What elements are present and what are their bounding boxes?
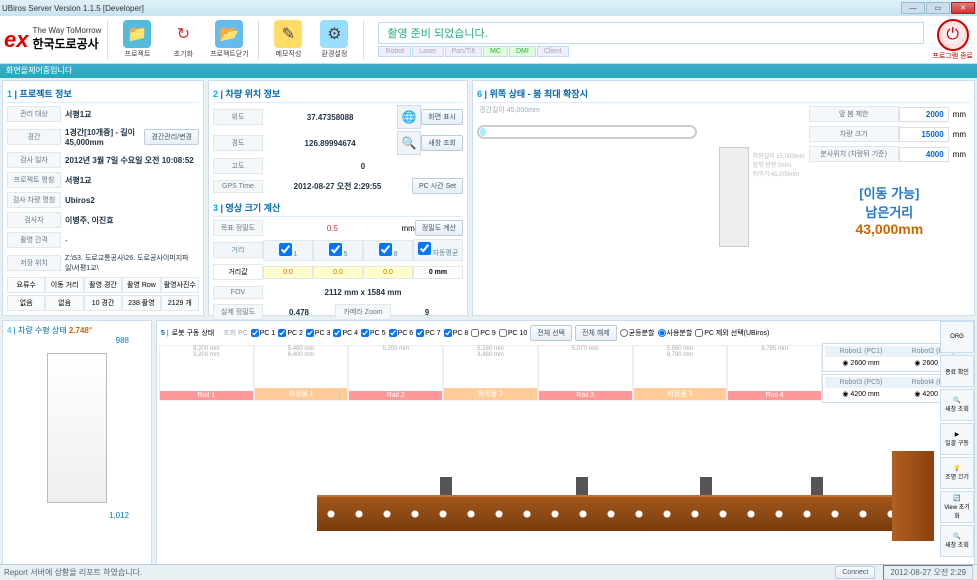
new-window-button[interactable]: 새창 조회: [421, 135, 463, 151]
counter-values: 없음없음10 경간238 촬영2129 개: [7, 295, 199, 311]
status-tab-pantilt[interactable]: Pan/Tilt: [445, 46, 482, 57]
pc-exclude-check[interactable]: PC 제외 선택(UBiros): [695, 328, 769, 338]
fov-value: 2112 mm x 1584 mm: [263, 286, 463, 299]
sb-viewreset[interactable]: 🔄View 초기화: [940, 491, 974, 523]
control-banner: 화면을제어중입니다: [0, 64, 977, 78]
vehicle-pos-panel: 2 | 차량 위치 정보 위도37.47358088🌐화면 표시 경도126.8…: [208, 80, 468, 316]
sb-batch[interactable]: ▶일괄 구동: [940, 423, 974, 455]
vehicle-level-panel: 4 | 차량 수평 상태 2.748° 988 1,012: [2, 320, 152, 566]
settings-button[interactable]: ⚙환경설정: [311, 20, 357, 59]
status-tab-laser[interactable]: Laser: [412, 46, 444, 57]
sb-light[interactable]: 💡조명 끄기: [940, 457, 974, 489]
connect-button[interactable]: Connect: [835, 566, 875, 579]
status-time: 2012-08-27 오전 2:29: [883, 565, 973, 580]
gps-time: 2012-08-27 오전 2:29:55: [263, 179, 412, 194]
pc5-check[interactable]: PC 5: [361, 329, 386, 337]
status-display: 촬영 준비 되었습니다. Robot Laser Pan/Tilt MC DMI…: [378, 22, 924, 57]
move-status: [이동 가능] 남은거리 43,000mm: [809, 183, 970, 237]
rail-diagram: 8,200 mm3,200 mmRail 1 5,480 mm6,400 mm화…: [159, 345, 822, 401]
close-button[interactable]: ✕: [951, 2, 975, 14]
deselect-all-button[interactable]: 전체 해제: [575, 325, 617, 341]
pc1-check[interactable]: PC 1: [251, 329, 276, 337]
map-icon: 🌐: [397, 105, 421, 129]
d5-check[interactable]: [329, 243, 342, 256]
target-value: 서평1교: [61, 107, 199, 122]
exit-button[interactable]: ⏻ 프로그램 종료: [932, 19, 973, 61]
target-density[interactable]: 0.5: [263, 222, 402, 235]
pc-time-set-button[interactable]: PC 시간 Set: [412, 178, 463, 194]
org-button[interactable]: ORG: [940, 321, 974, 353]
logo-ex: ex: [4, 27, 28, 53]
span-value: 1경간[10개중] - 길이 45,000mm: [61, 125, 144, 149]
sec1-title: 프로젝트 정보: [20, 89, 72, 99]
d8-check[interactable]: [379, 243, 392, 256]
counter-headers: 요류수이동 거리촬영 경간촬영 Row촬영사진수: [7, 277, 199, 293]
project-info-panel: 1 | 프로젝트 정보 관리 대상서평1교 경간1경간[10개중] - 길이 4…: [2, 80, 204, 316]
status-message-bottom: Report 서버에 상황을 리포트 하였습니다.: [4, 567, 142, 578]
pc7-check[interactable]: PC 7: [416, 329, 441, 337]
reset-button[interactable]: ↻초기화: [160, 20, 206, 59]
boom-state-panel: 6 | 위쪽 상태 - 붐 최대 확장시 경간길이 45,000mm 차량길이 …: [472, 80, 975, 316]
status-message: 촬영 준비 되었습니다.: [378, 22, 924, 44]
main-toolbar: ex The Way ToMorrow 한국도로공사 📁프로젝트 ↻초기화 📂프…: [0, 16, 977, 64]
longitude: 126.89994674: [263, 137, 397, 150]
memo-button[interactable]: ✎메모작성: [265, 20, 311, 59]
maximize-button[interactable]: ▭: [926, 2, 950, 14]
pc2-check[interactable]: PC 2: [278, 329, 303, 337]
status-bar: Report 서버에 상황을 리포트 하였습니다. Connect 2012-0…: [0, 564, 977, 580]
window-titlebar: UBiros Server Version 1.1.5 [Developer] …: [0, 0, 977, 16]
vehicle-outline: [47, 353, 107, 503]
status-tab-client[interactable]: Client: [537, 46, 569, 57]
latitude: 37.47358088: [263, 111, 397, 124]
logo-text: The Way ToMorrow 한국도로공사: [32, 27, 101, 53]
minimize-button[interactable]: —: [901, 2, 925, 14]
pc8-check[interactable]: PC 8: [444, 329, 469, 337]
altitude: 0: [263, 160, 463, 173]
date-value: 2012년 3월 7일 수요일 오전 10:08:52: [61, 153, 199, 168]
d1-check[interactable]: [279, 243, 292, 256]
pc9-check[interactable]: PC 9: [471, 329, 496, 337]
calc-density-button[interactable]: 정밀도 계산: [415, 220, 463, 236]
auto-check[interactable]: [418, 242, 431, 255]
span-gauge: [477, 125, 697, 139]
boom-graphic: [719, 147, 749, 247]
pc3-check[interactable]: PC 3: [306, 329, 331, 337]
pc6-check[interactable]: PC 6: [389, 329, 414, 337]
bridge-graphic: [317, 441, 934, 541]
stop-button[interactable]: 종료 확인: [940, 355, 974, 387]
use-split-radio[interactable]: 사용분할: [658, 328, 693, 338]
select-all-button[interactable]: 전체 선택: [530, 325, 572, 341]
close-project-button[interactable]: 📂프로젝트닫기: [206, 20, 252, 59]
pc10-check[interactable]: PC 10: [499, 329, 527, 337]
status-tab-dmi[interactable]: DMI: [509, 46, 536, 57]
sb-newwin[interactable]: 🔍새창 조회: [940, 389, 974, 421]
pc4-check[interactable]: PC 4: [333, 329, 358, 337]
power-icon: ⏻: [937, 19, 969, 51]
window-title: UBiros Server Version 1.1.5 [Developer]: [2, 4, 144, 13]
robot-drive-panel: 5 | 로봇 구동 상태 조회 PC PC 1 PC 2 PC 3 PC 4 P…: [156, 320, 975, 566]
project-button[interactable]: 📁프로젝트: [114, 20, 160, 59]
right-sidebar: ORG 종료 확인 🔍새창 조회 ▶일괄 구동 💡조명 끄기 🔄View 초기화…: [940, 321, 974, 557]
sb-newwin2[interactable]: 🔍새창 조회: [940, 525, 974, 557]
span-manage-button[interactable]: 경간관리/변경: [144, 129, 199, 145]
search-icon: 🔍: [397, 131, 421, 155]
display-button[interactable]: 화면 표시: [421, 109, 463, 125]
boom-params: 앞 붐 제한2000mm 차량 크기15000mm 분사위치 (차량뒤 기준)4…: [809, 103, 970, 247]
equal-split-radio[interactable]: 균등분할: [620, 328, 655, 338]
status-tab-mc[interactable]: MC: [483, 46, 508, 57]
status-tab-robot[interactable]: Robot: [378, 46, 411, 57]
